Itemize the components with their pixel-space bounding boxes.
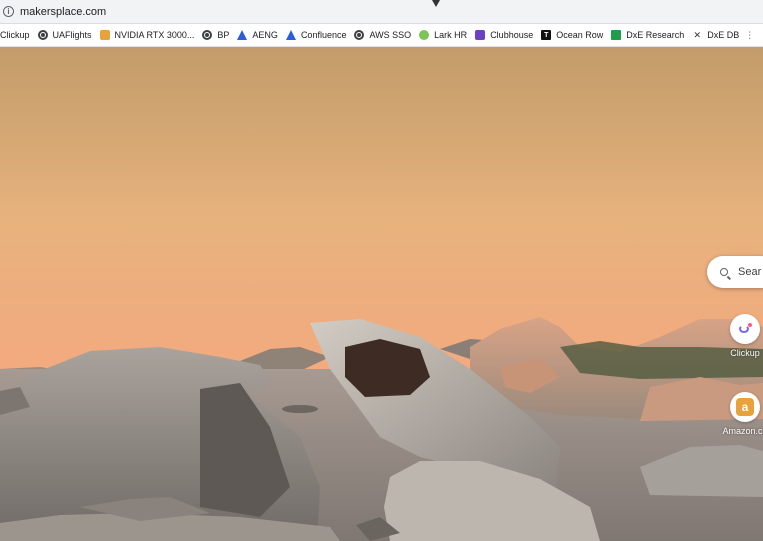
more-bookmarks-icon[interactable]: ⋮: [745, 30, 754, 41]
sheets-icon: [611, 30, 622, 40]
bookmark-uaflights[interactable]: UAFlights: [34, 30, 96, 40]
bookmark-label: DxE Research: [626, 30, 685, 40]
bookmark-label: UAFlights: [52, 30, 92, 40]
lark-icon: [419, 30, 430, 40]
info-icon[interactable]: i: [3, 6, 14, 17]
shortcut-label: Clickup: [730, 348, 760, 358]
url-text[interactable]: makersplace.com: [20, 6, 106, 18]
bookmark-confluence[interactable]: Confluence: [282, 30, 351, 40]
confluence-icon: [285, 30, 296, 40]
bookmark-aws-sso[interactable]: AWS SSO: [350, 30, 415, 40]
search-placeholder: Sear: [738, 266, 762, 278]
dxdb-icon: ✕: [693, 29, 702, 40]
globe-icon: [354, 30, 365, 40]
bookmarks-bar: Clickup UAFlights NVIDIA RTX 3000... BP …: [0, 24, 763, 47]
shortcut-tile: [730, 314, 760, 344]
bookmark-aeng[interactable]: AENG: [233, 30, 282, 40]
globe-icon: [37, 30, 48, 40]
bookmark-clickup[interactable]: Clickup: [0, 30, 34, 40]
amazon-icon: a: [736, 398, 754, 416]
bookmark-label: Confluence: [300, 30, 347, 40]
bookmark-label: DxE DB: [707, 30, 740, 40]
clubhouse-icon: [475, 30, 486, 40]
bookmark-nvidia[interactable]: NVIDIA RTX 3000...: [96, 30, 199, 40]
shortcut-amazon[interactable]: a Amazon.co: [722, 392, 763, 436]
shortcut-label: Amazon.co: [722, 426, 763, 436]
bookmark-clubhouse[interactable]: Clubhouse: [471, 30, 537, 40]
bookmark-label: Ocean Row: [556, 30, 604, 40]
bookmark-label: BP: [217, 30, 230, 40]
bookmark-label: AENG: [252, 30, 278, 40]
landscape-illustration: [0, 47, 763, 541]
ocean-row-icon: T: [541, 30, 552, 40]
globe-icon: [202, 30, 213, 40]
search-box[interactable]: Sear: [707, 256, 763, 288]
bookmark-label: AWS SSO: [369, 30, 412, 40]
atlassian-icon: [237, 30, 248, 40]
shortcut-clickup[interactable]: Clickup: [722, 314, 763, 358]
shortcut-tile: a: [730, 392, 760, 422]
browser-window: i makersplace.com Clickup UAFlights NVID…: [0, 0, 763, 541]
bookmark-label: Clubhouse: [490, 30, 534, 40]
bookmark-label: Clickup: [0, 30, 30, 40]
search-icon: [720, 268, 728, 276]
bookmark-dxe-research[interactable]: DxE Research: [607, 30, 688, 40]
bookmark-label: NVIDIA RTX 3000...: [114, 30, 195, 40]
bookmark-lark-hr[interactable]: Lark HR: [415, 30, 471, 40]
amazon-icon: [99, 30, 110, 40]
bookmark-bp[interactable]: BP: [198, 30, 233, 40]
address-bar[interactable]: i makersplace.com: [0, 0, 763, 24]
bookmark-label: Lark HR: [434, 30, 468, 40]
background-photo: [0, 47, 763, 541]
clickup-icon: [738, 323, 752, 335]
mouse-cursor-icon: [432, 0, 440, 7]
bookmark-ocean-row[interactable]: T Ocean Row: [537, 30, 607, 40]
bookmark-dxe-db[interactable]: ✕ DxE DB: [688, 29, 743, 41]
